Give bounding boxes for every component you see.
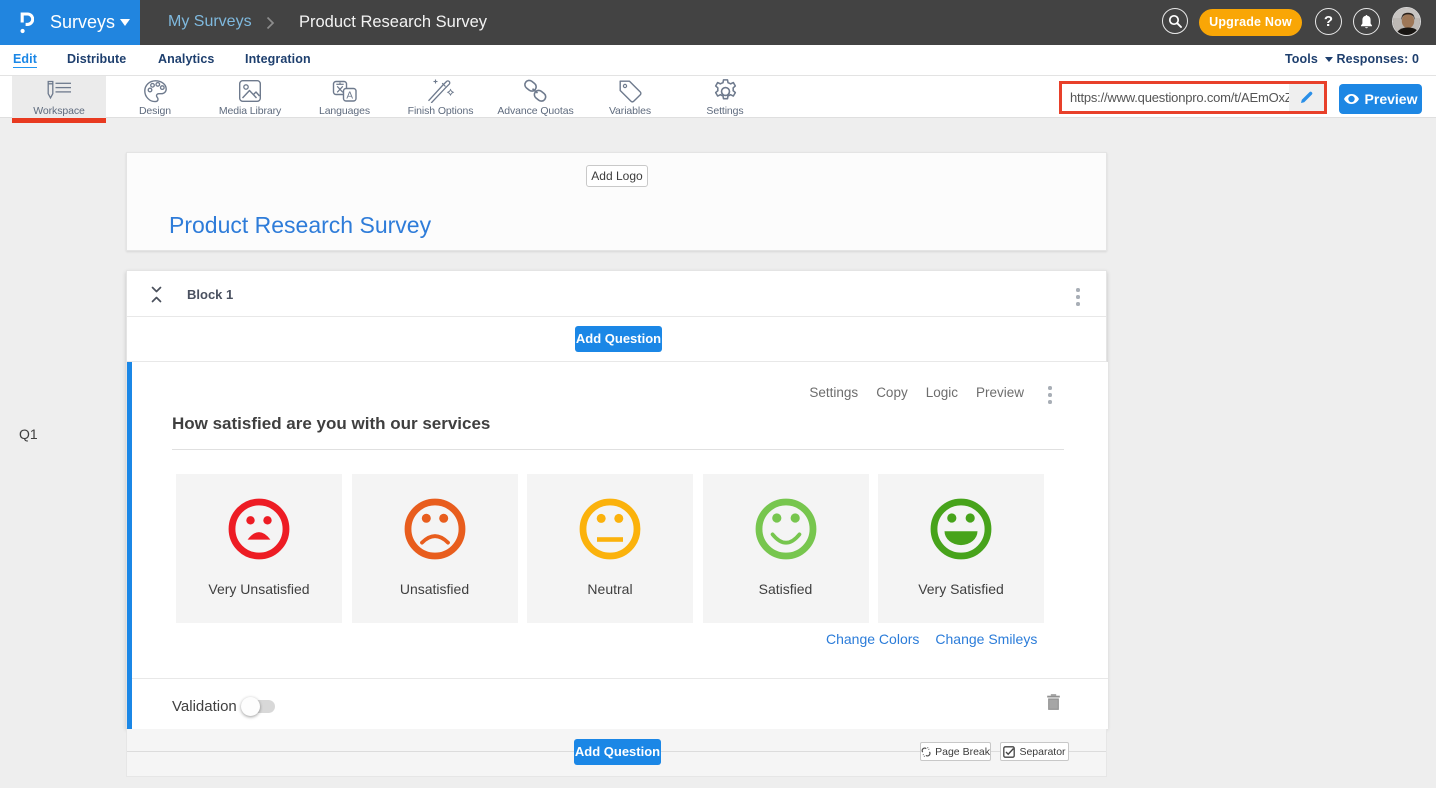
svg-text:A: A bbox=[346, 90, 353, 101]
